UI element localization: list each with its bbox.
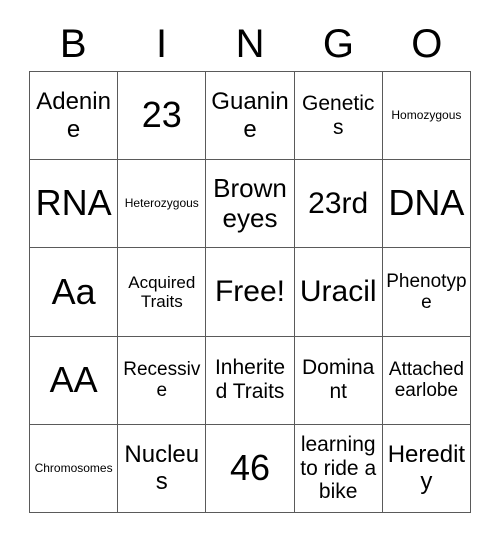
bingo-cell-label: Guanine <box>211 88 289 143</box>
bingo-cell[interactable]: Inherited Traits <box>206 336 295 425</box>
bingo-cell-label: Adenine <box>36 88 111 143</box>
bingo-header-letter: B <box>59 22 87 66</box>
bingo-cell[interactable]: Free! <box>206 248 295 337</box>
bingo-cell[interactable]: DNA <box>382 160 471 249</box>
bingo-cell-label: Genetics <box>302 91 375 139</box>
bingo-cell[interactable]: Recessive <box>118 336 207 425</box>
bingo-grid: Adenine 23 Guanine Genetics Homozygous RNA Het… <box>29 71 471 513</box>
bingo-cell-label: RNA <box>35 182 112 224</box>
bingo-cell-label: Aa <box>51 270 96 312</box>
bingo-cell[interactable]: Attached earlobe <box>382 336 471 425</box>
bingo-cell[interactable]: Acquired Traits <box>118 248 207 337</box>
bingo-cell-label: AA <box>49 358 98 400</box>
bingo-cell[interactable]: Phenotype <box>382 248 471 337</box>
bingo-cell-label: learning to ride a bike <box>300 432 377 504</box>
bingo-cell[interactable]: Brown eyes <box>206 160 295 249</box>
bingo-cell[interactable]: Dominant <box>294 336 383 425</box>
bingo-cell[interactable]: Guanine <box>206 72 295 161</box>
bingo-cell-label: Heterozygous <box>124 196 199 211</box>
bingo-cell-label: Free! <box>214 275 285 309</box>
bingo-cell[interactable]: Uracil <box>294 248 383 337</box>
bingo-cell-label: Recessive <box>123 358 201 402</box>
bingo-cell[interactable]: 23rd <box>294 160 383 249</box>
bingo-cell-label: Brown eyes <box>213 173 287 233</box>
bingo-cell-label: Chromosomes <box>34 460 113 475</box>
bingo-cell-label: Phenotype <box>386 270 467 313</box>
bingo-cell[interactable]: Homozygous <box>382 72 471 161</box>
bingo-header-letter: I <box>156 22 168 66</box>
bingo-cell-label: Uracil <box>299 275 377 309</box>
bingo-cell[interactable]: Genetics <box>294 72 383 161</box>
bingo-card: B I N G O Adenine 23 Guanine Genetics Homozygous… <box>0 0 500 544</box>
bingo-header-letter: G <box>322 22 354 66</box>
bingo-cell-label: 23 <box>141 94 182 136</box>
bingo-cell-label: Heredity <box>387 441 466 496</box>
bingo-header-row: BINGO <box>29 18 471 70</box>
bingo-cell-label: Attached earlobe <box>388 358 464 402</box>
bingo-cell[interactable]: Heterozygous <box>118 160 207 249</box>
bingo-cell-label: 46 <box>229 447 271 489</box>
bingo-header-letter: O <box>411 22 443 66</box>
bingo-cell-label: Homozygous <box>391 107 462 122</box>
bingo-cell-label: Nucleus <box>124 441 200 496</box>
bingo-cell[interactable]: Chromosomes <box>30 424 119 513</box>
bingo-cell[interactable]: AA <box>30 336 119 425</box>
bingo-cell[interactable]: Adenine <box>30 72 119 161</box>
bingo-header-letter: N <box>235 22 265 66</box>
bingo-cell[interactable]: RNA <box>30 160 119 249</box>
bingo-cell[interactable]: Heredity <box>382 424 471 513</box>
bingo-cell[interactable]: Nucleus <box>118 424 207 513</box>
bingo-cell-label: Dominant <box>302 356 375 404</box>
bingo-cell-label: 23rd <box>308 186 369 220</box>
bingo-cell[interactable]: 23 <box>118 72 207 161</box>
bingo-cell[interactable]: 46 <box>206 424 295 513</box>
bingo-cell[interactable]: learning to ride a bike <box>294 424 383 513</box>
bingo-cell-label: Inherited Traits <box>214 356 286 404</box>
bingo-cell[interactable]: Aa <box>30 248 119 337</box>
bingo-cell-label: DNA <box>388 182 465 224</box>
bingo-cell-label: Acquired Traits <box>128 272 196 311</box>
